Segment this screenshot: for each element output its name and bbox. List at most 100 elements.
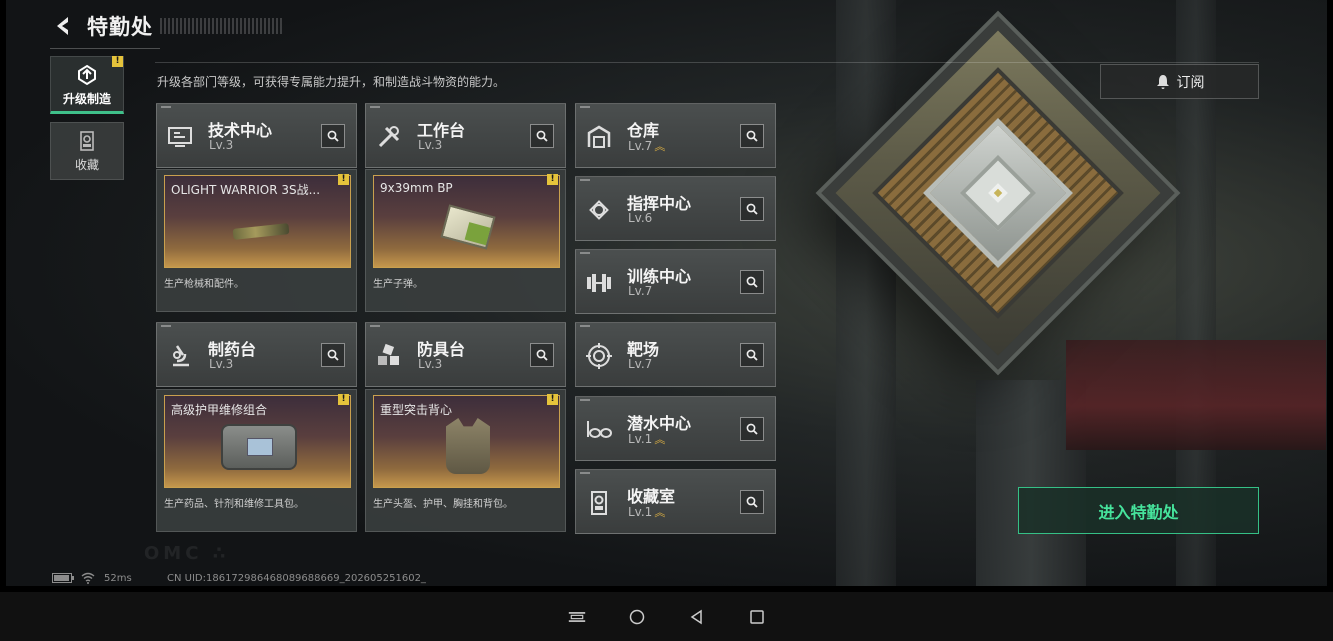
- department-card-tools[interactable]: 工作台 Lv.3: [365, 103, 566, 168]
- product-preview: 重型突击背心: [373, 395, 560, 488]
- department-level: Lv.3: [418, 138, 442, 152]
- monitor-icon: [168, 127, 192, 147]
- alert-badge: !: [338, 394, 349, 405]
- department-card-cubes[interactable]: 防具台 Lv.3: [365, 322, 566, 387]
- department-card-goggles[interactable]: 潜水中心 Lv.1 ︽: [575, 396, 776, 461]
- home-circle-icon: [629, 609, 644, 624]
- product-name: OLIGHT WARRIOR 3S战...: [171, 183, 321, 197]
- level-text: Lv.6: [628, 211, 653, 225]
- home-nav-button[interactable]: [628, 608, 646, 626]
- background-watermark: OMC ∴: [144, 543, 230, 564]
- department-search-button[interactable]: [740, 197, 764, 221]
- department-level: Lv.3: [418, 357, 442, 371]
- level-text: Lv.7: [628, 139, 653, 153]
- department-search-button[interactable]: [530, 124, 554, 148]
- department-search-button[interactable]: [321, 343, 345, 367]
- product-name: 9x39mm BP: [380, 181, 453, 195]
- department-search-button[interactable]: [530, 343, 554, 367]
- recents-nav-button[interactable]: [748, 608, 766, 626]
- department-search-button[interactable]: [740, 124, 764, 148]
- upgrade-available-icon: ︽: [654, 140, 666, 153]
- department-level: Lv.7 ︽: [628, 138, 665, 154]
- level-text: Lv.3: [209, 138, 234, 152]
- tab-label: 升级制造: [62, 92, 111, 106]
- department-card-warehouse[interactable]: 仓库 Lv.7 ︽: [575, 103, 776, 168]
- level-text: Lv.3: [418, 138, 443, 152]
- upgrade-available-icon: ︽: [654, 433, 666, 446]
- product-description: 生产头盔、护甲、胸挂和背包。: [373, 499, 513, 510]
- production-panel[interactable]: 重型突击背心! 生产头盔、护甲、胸挂和背包。: [365, 389, 566, 532]
- corner-tick: [370, 325, 380, 327]
- target-icon: [586, 343, 612, 369]
- production-panel[interactable]: 9x39mm BP! 生产子弹。: [365, 169, 566, 312]
- back-nav-button[interactable]: [688, 608, 706, 626]
- department-card-target[interactable]: 靶场 Lv.7: [575, 322, 776, 387]
- department-card-collection[interactable]: 收藏室 Lv.1 ︽: [575, 469, 776, 534]
- corner-tick: [161, 325, 171, 327]
- search-icon: [536, 349, 548, 361]
- subscribe-button[interactable]: 订阅: [1100, 64, 1259, 99]
- divider: [50, 48, 160, 49]
- battery-icon: [52, 573, 74, 586]
- corner-tick: [580, 399, 590, 401]
- production-panel[interactable]: 高级护甲维修组合! 生产药品、针剂和维修工具包。: [156, 389, 357, 532]
- department-search-button[interactable]: [740, 417, 764, 441]
- user-uid: CN UID:1861729864680896886​69_2026052516…: [167, 573, 426, 584]
- product-description: 生产药品、针剂和维修工具包。: [164, 499, 304, 510]
- department-search-button[interactable]: [740, 343, 764, 367]
- cubes-icon: [378, 343, 399, 365]
- department-card-monitor[interactable]: 技术中心 Lv.3: [156, 103, 357, 168]
- corner-tick: [161, 106, 171, 108]
- menu-nav-button[interactable]: [568, 608, 586, 626]
- tab-collection[interactable]: 收藏: [50, 122, 124, 180]
- chip-icon: [589, 200, 609, 220]
- search-icon: [746, 203, 758, 215]
- ammo-box-icon: [440, 204, 496, 250]
- product-name: 重型突击背心: [380, 403, 453, 417]
- department-level: Lv.7: [628, 284, 652, 298]
- department-search-button[interactable]: [740, 270, 764, 294]
- search-icon: [746, 423, 758, 435]
- flashlight-icon: [232, 223, 290, 240]
- corner-tick: [580, 325, 590, 327]
- alert-badge: !: [112, 56, 123, 67]
- vest-icon: [446, 418, 490, 474]
- product-description: 生产枪械和配件。: [164, 279, 244, 290]
- search-icon: [327, 130, 339, 142]
- department-level: Lv.1 ︽: [628, 504, 665, 520]
- page-title: 特勤处: [87, 15, 153, 39]
- upgrade-available-icon: ︽: [654, 506, 666, 519]
- department-card-dumbbell[interactable]: 训练中心 Lv.7: [575, 249, 776, 314]
- department-search-button[interactable]: [740, 490, 764, 514]
- alert-badge: !: [338, 174, 349, 185]
- goggles-icon: [587, 421, 612, 438]
- collection-icon: [591, 491, 607, 515]
- warehouse-icon: [587, 125, 611, 148]
- ping-readout: 52ms: [104, 573, 132, 584]
- back-button[interactable]: [52, 15, 74, 37]
- department-level: Lv.1 ︽: [628, 431, 665, 447]
- department-level: Lv.7: [628, 357, 652, 371]
- tools-icon: [378, 126, 400, 148]
- search-icon: [327, 349, 339, 361]
- department-search-button[interactable]: [321, 124, 345, 148]
- page-subtitle: 升级各部门等级，可获得专属能力提升，和制造战斗物资的能力。: [157, 75, 506, 89]
- menu-icon: [568, 611, 585, 622]
- corner-tick: [580, 179, 590, 181]
- level-text: Lv.3: [209, 357, 234, 371]
- back-triangle-icon: [690, 609, 702, 624]
- enter-special-ops-button[interactable]: 进入特勤处: [1018, 487, 1259, 534]
- production-panel[interactable]: OLIGHT WARRIOR 3S战...! 生产枪械和配件。: [156, 169, 357, 312]
- department-card-chip[interactable]: 指挥中心 Lv.6: [575, 176, 776, 241]
- search-icon: [746, 496, 758, 508]
- product-preview: 高级护甲维修组合: [164, 395, 351, 488]
- system-nav-bar: [0, 592, 1333, 641]
- department-card-microscope[interactable]: 制药台 Lv.3: [156, 322, 357, 387]
- corner-tick: [580, 106, 590, 108]
- alert-badge: !: [547, 174, 558, 185]
- corner-tick: [580, 252, 590, 254]
- level-text: Lv.7: [628, 284, 653, 298]
- search-icon: [746, 276, 758, 288]
- microscope-icon: [173, 345, 189, 367]
- alert-badge: !: [547, 394, 558, 405]
